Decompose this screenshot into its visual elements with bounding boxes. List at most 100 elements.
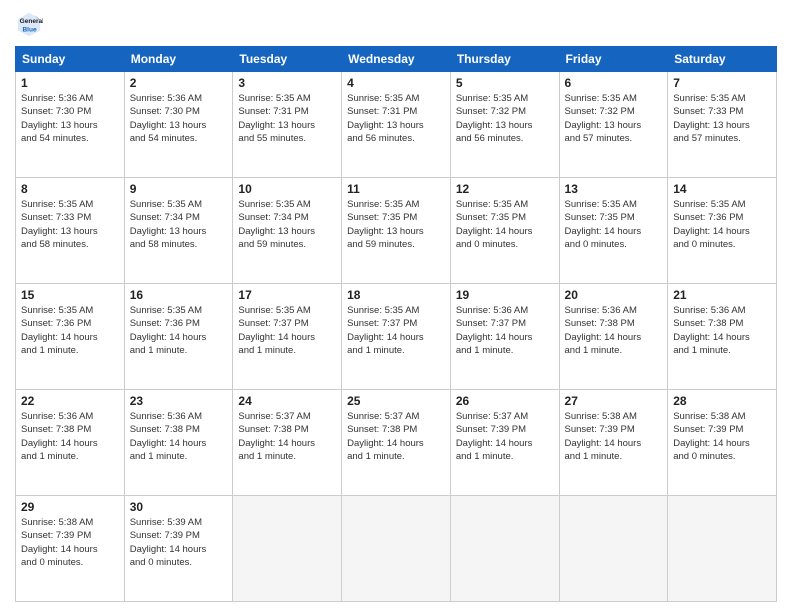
cell-info: Sunrise: 5:39 AMSunset: 7:39 PMDaylight:… [130,516,228,569]
day-number: 1 [21,76,119,90]
day-number: 28 [673,394,771,408]
cell-info: Sunrise: 5:35 AMSunset: 7:36 PMDaylight:… [130,304,228,357]
cell-info: Sunrise: 5:37 AMSunset: 7:38 PMDaylight:… [238,410,336,463]
svg-text:General: General [20,18,43,25]
calendar-page: General Blue SundayMondayTuesdayWednesda… [0,0,792,612]
day-number: 12 [456,182,554,196]
calendar-cell: 7Sunrise: 5:35 AMSunset: 7:33 PMDaylight… [668,72,777,178]
day-number: 11 [347,182,445,196]
calendar-cell: 4 Sunrise: 5:35 AMSunset: 7:31 PMDaylight… [342,72,451,178]
day-number: 16 [130,288,228,302]
day-number: 19 [456,288,554,302]
logo: General Blue [15,10,47,38]
weekday-header-thursday: Thursday [450,47,559,72]
logo-icon: General Blue [15,10,43,38]
cell-info: Sunrise: 5:35 AMSunset: 7:34 PMDaylight:… [238,198,336,251]
day-number: 4 [347,76,445,90]
day-number: 24 [238,394,336,408]
calendar-cell: 25Sunrise: 5:37 AMSunset: 7:38 PMDayligh… [342,390,451,496]
calendar-cell [559,496,668,602]
day-number: 23 [130,394,228,408]
calendar-cell: 20 Sunrise: 5:36 AMSunset: 7:38 PMDayligh… [559,284,668,390]
cell-info: Sunrise: 5:38 AMSunset: 7:39 PMDaylight:… [21,516,119,569]
day-number: 5 [456,76,554,90]
day-number: 26 [456,394,554,408]
calendar-cell [233,496,342,602]
day-number: 29 [21,500,119,514]
calendar-cell: 11 Sunrise: 5:35 AMSunset: 7:35 PMDayligh… [342,178,451,284]
cell-info: Sunrise: 5:35 AMSunset: 7:34 PMDaylight:… [130,198,228,251]
calendar-cell: 29 Sunrise: 5:38 AMSunset: 7:39 PMDayligh… [16,496,125,602]
cell-info: Sunrise: 5:35 AMSunset: 7:31 PMDaylight:… [238,92,336,145]
cell-info: Sunrise: 5:35 AMSunset: 7:36 PMDaylight:… [21,304,119,357]
calendar-row-1: 1 Sunrise: 5:36 AMSunset: 7:30 PMDaylight… [16,72,777,178]
calendar-cell: 23 Sunrise: 5:36 AMSunset: 7:38 PMDayligh… [124,390,233,496]
day-number: 8 [21,182,119,196]
weekday-header-wednesday: Wednesday [342,47,451,72]
calendar-cell: 24 Sunrise: 5:37 AMSunset: 7:38 PMDayligh… [233,390,342,496]
day-number: 30 [130,500,228,514]
calendar-row-3: 15 Sunrise: 5:35 AMSunset: 7:36 PMDayligh… [16,284,777,390]
cell-info: Sunrise: 5:38 AMSunset: 7:39 PMDaylight:… [673,410,771,463]
calendar-cell: 17Sunrise: 5:35 AMSunset: 7:37 PMDayligh… [233,284,342,390]
calendar-table: SundayMondayTuesdayWednesdayThursdayFrid… [15,46,777,602]
calendar-cell: 22Sunrise: 5:36 AMSunset: 7:38 PMDayligh… [16,390,125,496]
day-number: 17 [238,288,336,302]
day-number: 20 [565,288,663,302]
weekday-header-friday: Friday [559,47,668,72]
day-number: 3 [238,76,336,90]
cell-info: Sunrise: 5:36 AMSunset: 7:30 PMDaylight:… [21,92,119,145]
calendar-cell: 15 Sunrise: 5:35 AMSunset: 7:36 PMDayligh… [16,284,125,390]
cell-info: Sunrise: 5:36 AMSunset: 7:37 PMDaylight:… [456,304,554,357]
weekday-header-sunday: Sunday [16,47,125,72]
cell-info: Sunrise: 5:36 AMSunset: 7:30 PMDaylight:… [130,92,228,145]
calendar-row-4: 22Sunrise: 5:36 AMSunset: 7:38 PMDayligh… [16,390,777,496]
day-number: 27 [565,394,663,408]
weekday-header-row: SundayMondayTuesdayWednesdayThursdayFrid… [16,47,777,72]
day-number: 10 [238,182,336,196]
cell-info: Sunrise: 5:36 AMSunset: 7:38 PMDaylight:… [565,304,663,357]
calendar-cell: 2 Sunrise: 5:36 AMSunset: 7:30 PMDaylight… [124,72,233,178]
cell-info: Sunrise: 5:35 AMSunset: 7:35 PMDaylight:… [347,198,445,251]
day-number: 13 [565,182,663,196]
calendar-cell: 28 Sunrise: 5:38 AMSunset: 7:39 PMDayligh… [668,390,777,496]
cell-info: Sunrise: 5:35 AMSunset: 7:33 PMDaylight:… [21,198,119,251]
day-number: 21 [673,288,771,302]
cell-info: Sunrise: 5:35 AMSunset: 7:31 PMDaylight:… [347,92,445,145]
calendar-cell: 21 Sunrise: 5:36 AMSunset: 7:38 PMDayligh… [668,284,777,390]
cell-info: Sunrise: 5:36 AMSunset: 7:38 PMDaylight:… [673,304,771,357]
calendar-cell: 27 Sunrise: 5:38 AMSunset: 7:39 PMDayligh… [559,390,668,496]
calendar-cell: 13 Sunrise: 5:35 AMSunset: 7:35 PMDayligh… [559,178,668,284]
cell-info: Sunrise: 5:35 AMSunset: 7:32 PMDaylight:… [456,92,554,145]
day-number: 7 [673,76,771,90]
calendar-cell: 26 Sunrise: 5:37 AMSunset: 7:39 PMDayligh… [450,390,559,496]
calendar-row-5: 29 Sunrise: 5:38 AMSunset: 7:39 PMDayligh… [16,496,777,602]
cell-info: Sunrise: 5:38 AMSunset: 7:39 PMDaylight:… [565,410,663,463]
day-number: 18 [347,288,445,302]
day-number: 9 [130,182,228,196]
cell-info: Sunrise: 5:37 AMSunset: 7:38 PMDaylight:… [347,410,445,463]
calendar-cell: 10 Sunrise: 5:35 AMSunset: 7:34 PMDayligh… [233,178,342,284]
cell-info: Sunrise: 5:36 AMSunset: 7:38 PMDaylight:… [21,410,119,463]
header: General Blue [15,10,777,38]
cell-info: Sunrise: 5:35 AMSunset: 7:35 PMDaylight:… [456,198,554,251]
cell-info: Sunrise: 5:36 AMSunset: 7:38 PMDaylight:… [130,410,228,463]
weekday-header-tuesday: Tuesday [233,47,342,72]
svg-text:Blue: Blue [22,26,36,33]
calendar-cell: 5 Sunrise: 5:35 AMSunset: 7:32 PMDaylight… [450,72,559,178]
calendar-cell: 9 Sunrise: 5:35 AMSunset: 7:34 PMDaylight… [124,178,233,284]
calendar-cell: 16 Sunrise: 5:35 AMSunset: 7:36 PMDayligh… [124,284,233,390]
calendar-cell: 3 Sunrise: 5:35 AMSunset: 7:31 PMDaylight… [233,72,342,178]
cell-info: Sunrise: 5:37 AMSunset: 7:39 PMDaylight:… [456,410,554,463]
calendar-cell: 6 Sunrise: 5:35 AMSunset: 7:32 PMDaylight… [559,72,668,178]
calendar-cell: 1 Sunrise: 5:36 AMSunset: 7:30 PMDaylight… [16,72,125,178]
day-number: 15 [21,288,119,302]
cell-info: Sunrise: 5:35 AMSunset: 7:35 PMDaylight:… [565,198,663,251]
calendar-cell: 19 Sunrise: 5:36 AMSunset: 7:37 PMDayligh… [450,284,559,390]
cell-info: Sunrise: 5:35 AMSunset: 7:32 PMDaylight:… [565,92,663,145]
day-number: 2 [130,76,228,90]
cell-info: Sunrise: 5:35 AMSunset: 7:36 PMDaylight:… [673,198,771,251]
day-number: 6 [565,76,663,90]
calendar-cell: 14Sunrise: 5:35 AMSunset: 7:36 PMDayligh… [668,178,777,284]
calendar-cell [342,496,451,602]
